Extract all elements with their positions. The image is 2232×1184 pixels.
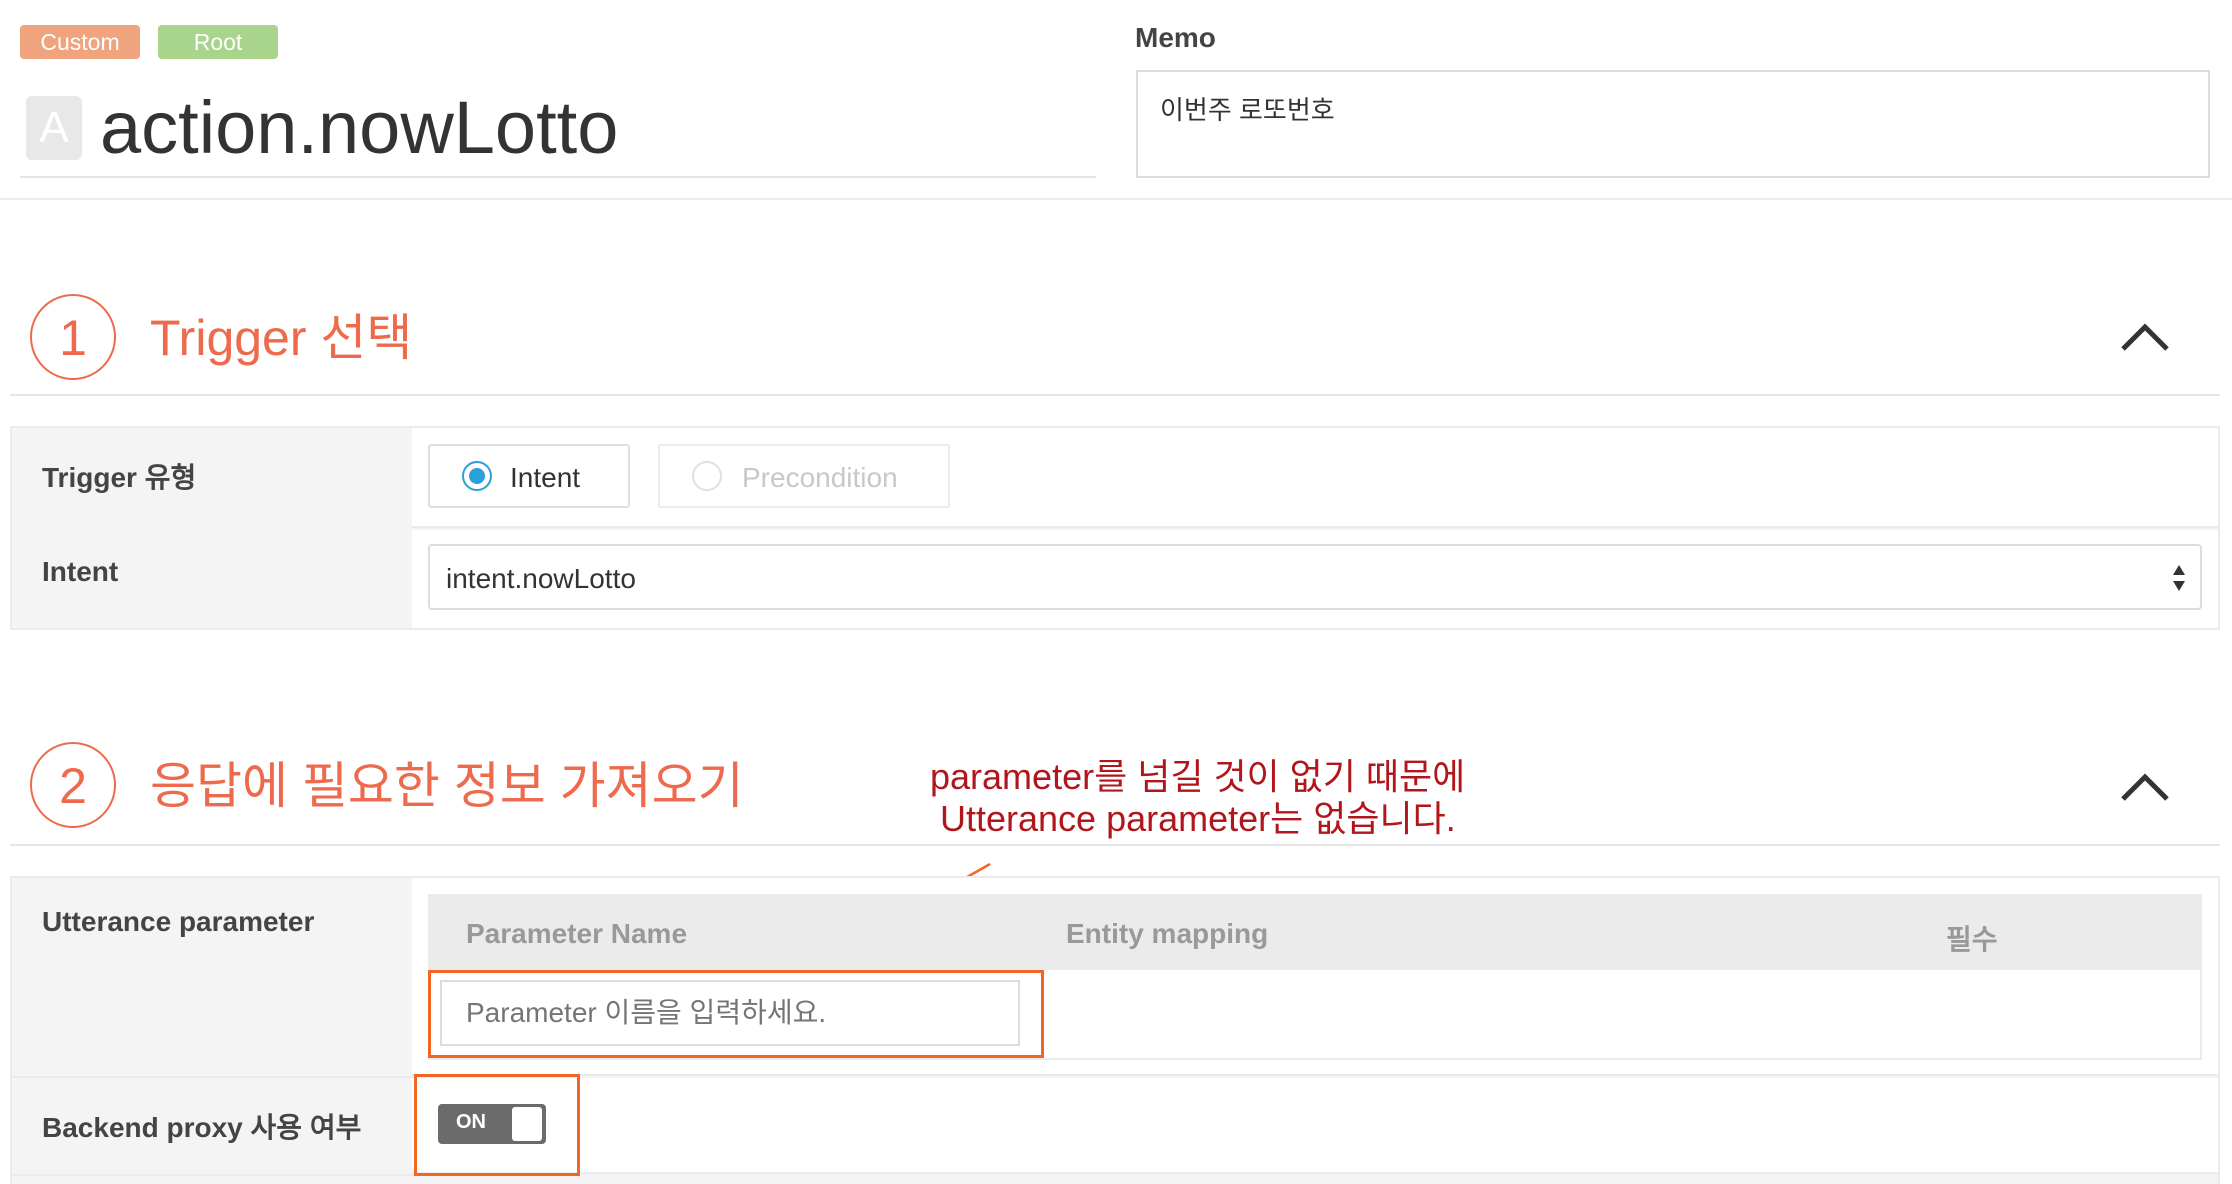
radio-unselected-icon <box>692 461 722 491</box>
memo-field[interactable]: 이번주 로또번호 <box>1136 70 2210 178</box>
section-2-number: 2 <box>30 742 116 828</box>
column-required: 필수 <box>1946 924 1998 955</box>
radio-precondition-label: Precondition <box>742 462 898 493</box>
utterance-parameter-label: Utterance parameter <box>42 906 315 937</box>
section-1-divider <box>10 394 2220 396</box>
parameter-table-header: Parameter Name Entity mapping 필수 <box>430 896 2200 970</box>
root-tag: Root <box>158 25 278 59</box>
radio-intent[interactable]: Intent <box>428 444 630 508</box>
toggle-highlight-box <box>414 1074 580 1176</box>
custom-tag: Custom <box>20 25 140 59</box>
row-divider <box>10 1174 414 1176</box>
section-1-number: 1 <box>30 294 116 380</box>
collapse-chevron-up-icon[interactable] <box>2120 772 2170 802</box>
section-1-title: Trigger 선택 <box>150 310 413 366</box>
intent-select[interactable]: intent.nowLotto <box>428 544 2202 610</box>
trigger-type-label: Trigger 유형 <box>42 462 197 493</box>
backend-proxy-label: Backend proxy 사용 여부 <box>42 1112 362 1143</box>
backend-row <box>412 1078 2218 1174</box>
radio-selected-icon <box>462 461 492 491</box>
radio-precondition[interactable]: Precondition <box>658 444 950 508</box>
memo-label: Memo <box>1135 22 1216 53</box>
radio-intent-label: Intent <box>510 462 581 493</box>
annotation-highlight-box <box>428 970 1044 1058</box>
section-2-title: 응답에 필요한 정보 가져오기 <box>150 758 744 814</box>
column-entity-mapping: Entity mapping <box>1066 918 1269 949</box>
collapse-chevron-up-icon[interactable] <box>2120 322 2170 352</box>
header-divider <box>0 198 2232 200</box>
page-title: action.nowLotto <box>100 86 619 169</box>
title-divider <box>20 176 1096 178</box>
annotation-line-2: Utterance parameter는 없습니다. <box>940 798 1456 839</box>
action-type-icon: A <box>26 96 82 160</box>
section-2-divider <box>10 844 2220 846</box>
row-divider <box>10 1076 414 1078</box>
annotation-line-1: parameter를 넘길 것이 없기 때문에 <box>930 756 1466 797</box>
select-arrows-icon <box>2173 565 2185 591</box>
column-parameter-name: Parameter Name <box>466 918 688 949</box>
intent-label: Intent <box>42 556 119 587</box>
intent-select-value: intent.nowLotto <box>446 563 636 594</box>
